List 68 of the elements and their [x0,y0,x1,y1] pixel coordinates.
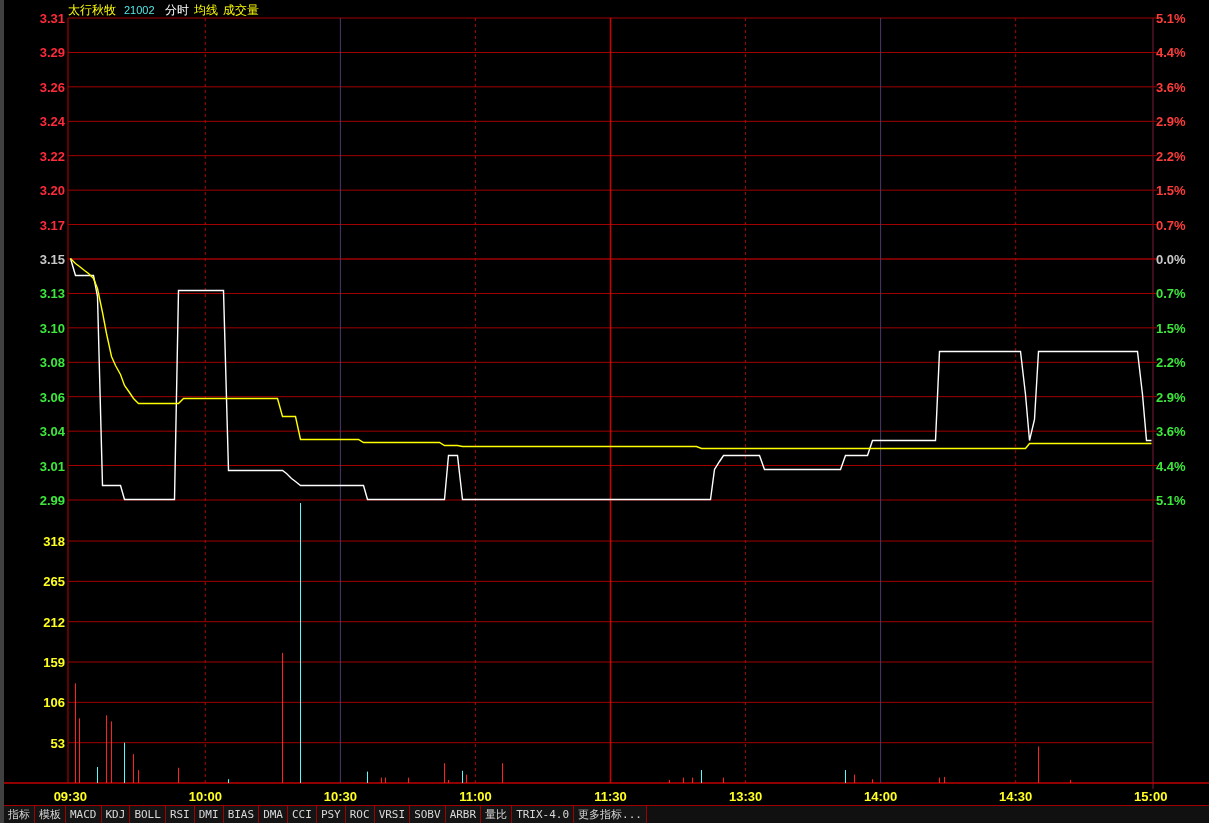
axis-label: 2.9% [1156,389,1186,405]
indicator-tab[interactable]: BOLL [130,806,166,823]
indicator-tab[interactable]: ARBR [445,806,482,823]
axis-label: 4.4% [1156,458,1186,474]
time-label: 09:30 [53,789,87,804]
axis-label: 3.13 [39,286,65,302]
time-label: 10:00 [188,789,222,804]
indicator-tab[interactable]: 模板 [35,806,66,823]
axis-label: 3.10 [39,320,65,336]
axis-label: 3.31 [39,11,65,26]
legend-label: 成交量 [222,3,259,17]
stock-code: 21002 [124,4,155,16]
indicator-tab[interactable]: VRSI [374,806,411,823]
axis-label: 3.6% [1156,79,1186,95]
time-label: 13:30 [728,789,763,804]
axis-label: 3.22 [39,148,65,164]
time-label: 14:30 [999,789,1033,804]
axis-label: 2.2% [1156,355,1186,371]
axis-label: 3.17 [39,217,65,233]
indicator-tab[interactable]: 量比 [481,806,513,823]
axis-label: 3.24 [39,114,65,130]
axis-label: 2.2% [1156,148,1186,164]
indicator-tab[interactable]: DMA [259,806,288,823]
axis-label: 3.08 [39,355,65,371]
axis-label: 2.9% [1156,114,1186,130]
axis-label: 4.4% [1156,45,1186,61]
time-label: 11:30 [594,789,627,804]
axis-label: 3.01 [39,458,65,474]
indicator-tab[interactable]: RSI [165,806,195,823]
axis-label: 159 [43,655,65,670]
axis-label: 53 [50,735,65,751]
indicator-tab[interactable]: DMI [194,806,224,823]
time-label: 14:00 [864,789,898,804]
indicator-tab[interactable]: SOBV [410,806,446,823]
axis-label: 1.5% [1156,320,1186,336]
indicator-tab[interactable]: BIAS [223,806,260,823]
axis-label: 106 [43,695,65,711]
axis-label: 3.20 [39,183,65,199]
legend-label: 分时 [164,3,189,17]
axis-label: 0.0% [1156,252,1186,267]
axis-label: 265 [43,574,65,590]
axis-label: 3.15 [39,252,65,267]
axis-label: 1.5% [1156,183,1186,199]
indicator-tab[interactable]: ROC [345,806,375,823]
legend-label: 均线 [193,3,218,17]
indicator-tab[interactable]: PSY [316,806,346,823]
indicator-tab[interactable]: KDJ [101,806,131,823]
indicator-tab[interactable]: 指标 [4,806,35,823]
axis-label: 2.99 [39,493,65,508]
axis-label: 3.04 [39,424,65,440]
axis-label: 3.06 [39,389,65,405]
time-label: 11:00 [459,789,492,804]
axis-label: 212 [43,614,65,630]
axis-label: 318 [43,534,65,550]
axis-label: 5.1% [1156,493,1186,508]
axis-label: 3.29 [39,45,65,61]
indicator-tab[interactable]: CCI [288,806,317,823]
stock-name: 太行秋牧 [68,3,116,17]
indicator-tab[interactable]: MACD [66,806,102,823]
axis-label: 3.6% [1156,424,1186,440]
axis-label: 0.7% [1156,286,1186,302]
time-label: 10:30 [323,789,357,804]
indicator-tab[interactable]: TRIX-4.0 [512,806,575,823]
indicator-tab[interactable]: 更多指标... [574,806,647,823]
axis-label: 3.26 [39,79,65,95]
axis-label: 0.7% [1156,217,1186,233]
time-label: 15:00 [1134,789,1168,804]
axis-label: 5.1% [1156,11,1186,26]
